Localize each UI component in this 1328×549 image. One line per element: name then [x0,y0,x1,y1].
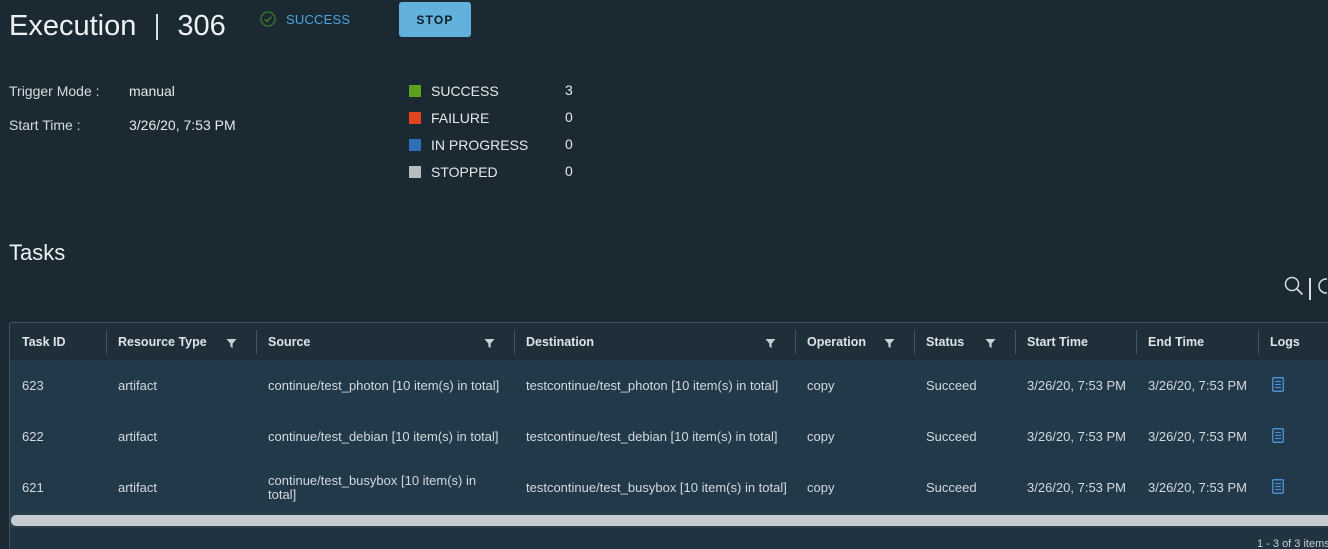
status-text: SUCCESS [286,11,351,27]
pagination-summary: 1 - 3 of 3 items [1257,538,1328,549]
cell-resource-type: artifact [118,377,158,393]
column-header-logs: Logs [1270,334,1300,349]
cell-status: Succeed [926,377,977,393]
cell-source: continue/test_busybox [10 item(s) in tot… [268,472,477,502]
cell-start-time: 3/26/20, 7:53 PM [1027,479,1127,495]
legend-label: FAILURE [431,110,490,126]
legend-swatch [409,112,421,124]
success-check-icon [260,11,276,27]
horizontal-scrollbar[interactable] [10,513,1328,528]
column-header-operation[interactable]: Operation [795,323,914,360]
cell-operation: copy [807,428,835,444]
cell-end-time: 3/26/20, 7:53 PM [1148,428,1248,444]
cell-task-id: 623 [22,377,44,393]
search-icon[interactable] [1284,276,1304,301]
tasks-heading: Tasks [9,240,66,265]
refresh-icon[interactable] [1315,276,1328,301]
cell-operation: copy [807,479,835,495]
cell-start-time: 3/26/20, 7:53 PM [1027,428,1127,444]
filter-icon[interactable] [985,336,996,354]
filter-icon[interactable] [226,336,237,354]
column-header-task-id[interactable]: Task ID [10,323,106,360]
tasks-table: Task ID Resource Type Source Destination… [9,322,1328,549]
legend-label: STOPPED [431,164,498,180]
table-row: 622 artifact continue/test_debian [10 it… [10,411,1328,463]
title-divider [156,13,159,40]
legend-label: IN PROGRESS [431,137,529,153]
column-header-destination[interactable]: Destination [514,323,795,360]
legend-item-stopped: STOPPED [409,164,498,180]
column-header-start-time[interactable]: Start Time [1015,323,1136,360]
table-row: 623 artifact continue/test_photon [10 it… [10,360,1328,412]
cell-destination: testcontinue/test_debian [10 item(s) in … [526,428,778,444]
legend-count-success: 3 [565,82,573,98]
legend-swatch [409,139,421,151]
log-file-icon[interactable] [1272,428,1284,448]
start-time-value: 3/26/20, 7:53 PM [129,117,236,133]
legend-item-success: SUCCESS [409,83,499,99]
legend-count-failure: 0 [565,109,573,125]
cell-destination: testcontinue/test_busybox [10 item(s) in… [526,479,787,495]
table-row: 621 artifact continue/test_busybox [10 i… [10,462,1328,514]
legend-count-in-progress: 0 [565,136,573,152]
trigger-mode-value: manual [129,83,175,99]
legend-swatch [409,166,421,178]
cell-destination: testcontinue/test_photon [10 item(s) in … [526,377,779,393]
table-toolbar [1284,276,1328,301]
cell-status: Succeed [926,428,977,444]
column-header-source[interactable]: Source [256,323,514,360]
log-file-icon[interactable] [1272,377,1284,397]
cell-end-time: 3/26/20, 7:53 PM [1148,479,1248,495]
legend-count-stopped: 0 [565,163,573,179]
stop-button[interactable]: STOP [399,2,471,37]
cell-task-id: 622 [22,428,44,444]
cell-resource-type: artifact [118,428,158,444]
filter-icon[interactable] [484,336,495,354]
status-badge: SUCCESS [260,11,350,27]
filter-icon[interactable] [884,336,895,354]
legend-label: SUCCESS [431,83,499,99]
execution-id: 306 [177,10,226,42]
cell-end-time: 3/26/20, 7:53 PM [1148,377,1248,393]
log-file-icon[interactable] [1272,479,1284,499]
legend-item-in-progress: IN PROGRESS [409,137,528,153]
cell-source: continue/test_debian [10 item(s) in tota… [268,428,499,444]
cell-start-time: 3/26/20, 7:53 PM [1027,377,1127,393]
scrollbar-thumb[interactable] [11,515,1328,526]
cell-task-id: 621 [22,479,44,495]
cell-operation: copy [807,377,835,393]
legend-swatch [409,85,421,97]
legend-item-failure: FAILURE [409,110,489,126]
execution-page: Execution 306 SUCCESS STOP Trigger Mode … [0,0,1328,549]
trigger-mode-label: Trigger Mode : [9,83,100,99]
column-header-end-time[interactable]: End Time [1136,323,1258,360]
cell-resource-type: artifact [118,479,158,495]
cell-source: continue/test_photon [10 item(s) in tota… [268,377,500,393]
cell-status: Succeed [926,479,977,495]
filter-icon[interactable] [765,336,776,354]
column-header-status[interactable]: Status [914,323,1015,360]
table-header: Task ID Resource Type Source Destination… [10,323,1328,361]
page-title-text: Execution [9,10,137,42]
start-time-row: Start Time : 3/26/20, 7:53 PM [9,117,236,133]
toolbar-divider [1309,277,1311,300]
page-title: Execution 306 [9,10,226,43]
trigger-mode-row: Trigger Mode : manual [9,83,175,99]
start-time-label: Start Time : [9,117,81,133]
